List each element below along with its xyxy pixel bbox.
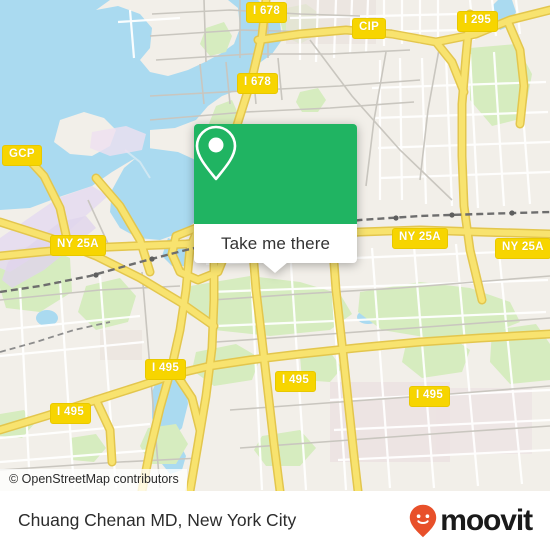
osm-attribution[interactable]: © OpenStreetMap contributors [0, 469, 187, 491]
take-me-there-label: Take me there [220, 233, 331, 253]
shield-ny-25a-center: NY 25A [392, 228, 448, 249]
map-pin-icon [195, 125, 237, 181]
map-canvas[interactable]: I 678 CIP I 295 I 678 GCP NY 25A NY 25A … [0, 0, 550, 491]
shield-ny-25a-west: NY 25A [50, 235, 106, 256]
screenshot-root: I 678 CIP I 295 I 678 GCP NY 25A NY 25A … [0, 0, 550, 550]
shield-i-678-south: I 678 [237, 73, 279, 94]
shield-i-495-a: I 495 [145, 359, 187, 380]
shield-i-495-d: I 495 [50, 403, 92, 424]
shield-i-495-c: I 495 [409, 386, 451, 407]
moovit-logo[interactable]: moovit [409, 503, 533, 538]
shield-i-495-b: I 495 [275, 371, 317, 392]
footer-bar: Chuang Chenan MD, New York City moovit [0, 491, 550, 550]
shield-i-295: I 295 [457, 11, 499, 32]
popup-footer[interactable]: Take me there [194, 224, 357, 263]
shield-i-678-north: I 678 [246, 2, 288, 23]
moovit-wordmark: moovit [440, 503, 533, 537]
shield-gcp: GCP [2, 145, 42, 166]
moovit-smiley-pin-icon [410, 504, 437, 537]
popup-tail-pointer [262, 262, 288, 273]
shield-cip: CIP [352, 18, 387, 39]
popup-header [194, 124, 357, 224]
destination-popup[interactable]: Take me there [194, 124, 357, 273]
shield-ny-25a-east: NY 25A [495, 238, 550, 259]
place-title: Chuang Chenan MD, New York City [18, 510, 297, 530]
